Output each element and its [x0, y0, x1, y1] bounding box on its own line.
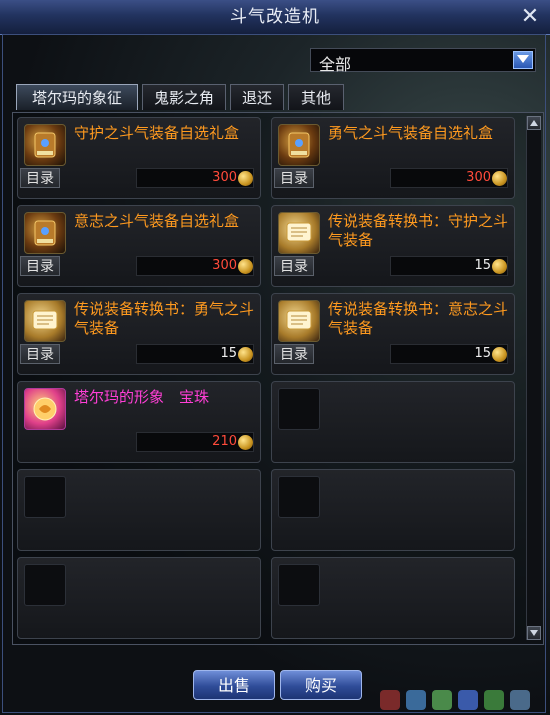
coin-icon: [238, 171, 253, 186]
catalog-button[interactable]: 目录: [274, 168, 314, 188]
price-box: 210: [136, 432, 254, 452]
price-box: 300: [390, 168, 508, 188]
empty-item-cell: [271, 381, 515, 463]
armor-chest-icon: [278, 124, 320, 166]
empty-item-cell: [17, 557, 261, 639]
item-price: 300: [212, 170, 237, 185]
item-price: 15: [220, 346, 237, 361]
price-box: 300: [136, 168, 254, 188]
tab-tarma-symbol[interactable]: 塔尔玛的象征: [16, 84, 138, 110]
price-box: 300: [136, 256, 254, 276]
item-cell[interactable]: 塔尔玛的形象 宝珠 210: [17, 381, 261, 463]
coin-icon: [492, 259, 507, 274]
scroll-book-icon: [278, 212, 320, 254]
item-cell[interactable]: 传说装备转换书：勇气之斗气装备 目录 15: [17, 293, 261, 375]
item-cell[interactable]: 勇气之斗气装备自选礼盒 目录 300: [271, 117, 515, 199]
hud-icon[interactable]: [406, 690, 426, 710]
item-price: 300: [466, 170, 491, 185]
orb-gem-icon: [24, 388, 66, 430]
hud-icon[interactable]: [432, 690, 452, 710]
catalog-button[interactable]: 目录: [20, 168, 60, 188]
empty-slot: [24, 476, 66, 518]
scrollbar[interactable]: [526, 116, 541, 640]
hud-icon[interactable]: [484, 690, 504, 710]
item-price: 15: [474, 346, 491, 361]
catalog-button[interactable]: 目录: [20, 344, 60, 364]
category-dropdown[interactable]: 全部: [310, 48, 536, 74]
hud-icon[interactable]: [380, 690, 400, 710]
empty-item-cell: [17, 469, 261, 551]
item-list: 守护之斗气装备自选礼盒 目录 300 勇气之斗气装备自选礼盒 目录 300 意志…: [12, 112, 544, 645]
coin-icon: [238, 259, 253, 274]
item-name: 传说装备转换书：意志之斗气装备: [328, 300, 509, 337]
item-price: 15: [474, 258, 491, 273]
empty-slot: [278, 476, 320, 518]
coin-icon: [492, 347, 507, 362]
hud-icon[interactable]: [510, 690, 530, 710]
item-cell[interactable]: 守护之斗气装备自选礼盒 目录 300: [17, 117, 261, 199]
item-name: 传说装备转换书：勇气之斗气装备: [74, 300, 255, 337]
tab-other[interactable]: 其他: [288, 84, 344, 110]
empty-item-cell: [271, 469, 515, 551]
coin-icon: [238, 347, 253, 362]
close-button[interactable]: ✕: [516, 3, 544, 31]
armor-chest-icon: [24, 212, 66, 254]
empty-slot: [24, 564, 66, 606]
dropdown-arrow-icon[interactable]: [513, 51, 533, 69]
dropdown-value: 全部: [319, 55, 352, 74]
item-name: 意志之斗气装备自选礼盒: [74, 212, 240, 230]
item-name: 守护之斗气装备自选礼盒: [74, 124, 240, 142]
catalog-button[interactable]: 目录: [274, 344, 314, 364]
catalog-button[interactable]: 目录: [20, 256, 60, 276]
window-title: 斗气改造机: [230, 7, 320, 27]
coin-icon: [492, 171, 507, 186]
item-cell[interactable]: 传说装备转换书：守护之斗气装备 目录 15: [271, 205, 515, 287]
scroll-book-icon: [278, 300, 320, 342]
item-price: 300: [212, 258, 237, 273]
item-cell[interactable]: 意志之斗气装备自选礼盒 目录 300: [17, 205, 261, 287]
scroll-down-icon[interactable]: [527, 626, 541, 640]
price-box: 15: [136, 344, 254, 364]
item-cell[interactable]: 传说装备转换书：意志之斗气装备 目录 15: [271, 293, 515, 375]
shop-window: 斗气改造机 ✕ 全部 塔尔玛的象征 鬼影之角 退还 其他 守护之斗气装备自选礼盒…: [0, 0, 550, 715]
hud-icon[interactable]: [458, 690, 478, 710]
empty-slot: [278, 564, 320, 606]
item-name: 勇气之斗气装备自选礼盒: [328, 124, 494, 142]
empty-slot: [278, 388, 320, 430]
hud-icons: [340, 690, 540, 712]
price-box: 15: [390, 344, 508, 364]
catalog-button[interactable]: 目录: [274, 256, 314, 276]
tab-ghost-horn[interactable]: 鬼影之角: [142, 84, 226, 110]
coin-icon: [238, 435, 253, 450]
item-price: 210: [212, 434, 237, 449]
sell-button[interactable]: 出售: [193, 670, 275, 700]
scroll-book-icon: [24, 300, 66, 342]
armor-chest-icon: [24, 124, 66, 166]
scroll-up-icon[interactable]: [527, 116, 541, 130]
item-name: 传说装备转换书：守护之斗气装备: [328, 212, 509, 249]
item-name: 塔尔玛的形象 宝珠: [74, 388, 210, 406]
price-box: 15: [390, 256, 508, 276]
tab-refund[interactable]: 退还: [230, 84, 284, 110]
empty-item-cell: [271, 557, 515, 639]
